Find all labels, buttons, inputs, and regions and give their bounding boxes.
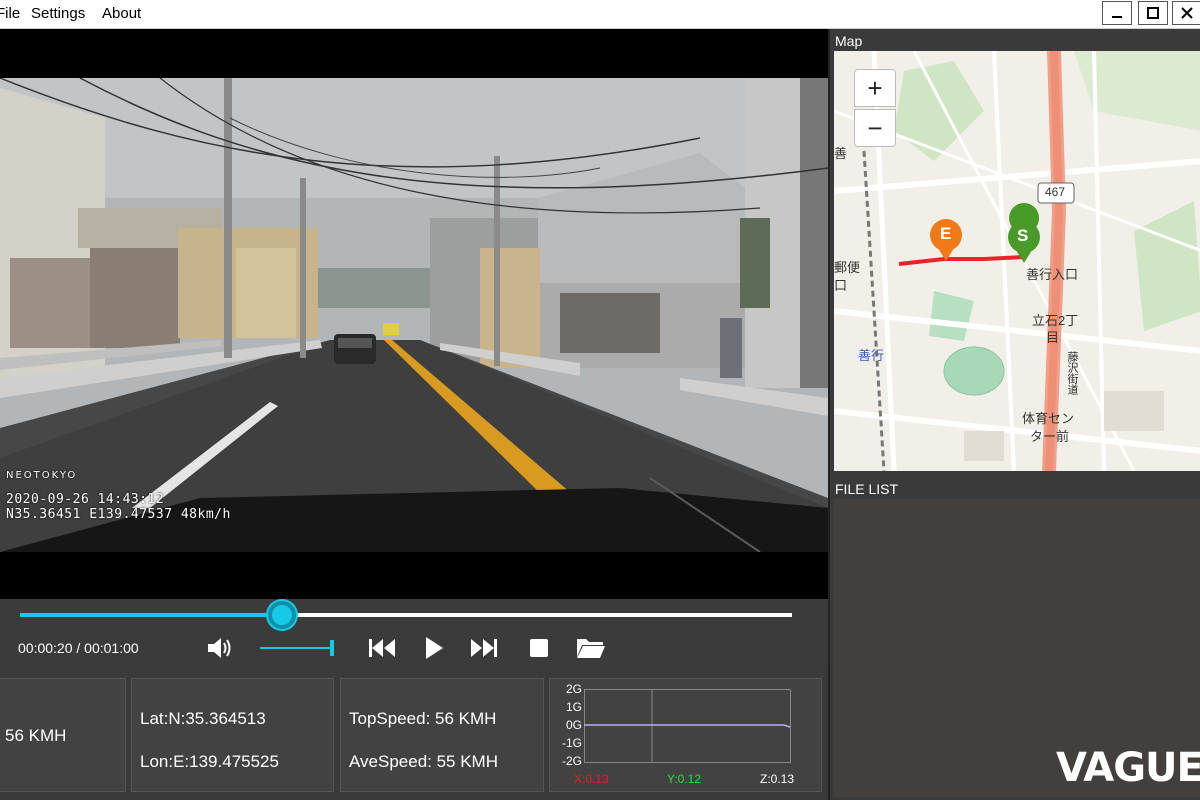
- volume-handle[interactable]: [330, 640, 334, 656]
- timestamp-overlay: 2020-09-26 14:43:12: [6, 492, 165, 507]
- place-label: 郵便: [834, 260, 861, 275]
- zoom-out-button[interactable]: −: [854, 109, 896, 147]
- place-label: 善行入口: [1026, 267, 1079, 282]
- video-display[interactable]: NEOTOKYO 2020-09-26 14:43:12 N35.36451 E…: [0, 29, 828, 599]
- skip-forward-icon: [471, 639, 497, 657]
- coordinates-panel: Lat:N:35.364513 Lon:E:139.475525: [131, 678, 334, 792]
- place-label: 目: [1046, 330, 1060, 345]
- map-view[interactable]: 467 S E 善行入口 立石2丁 目 善行 体育セン ター前 郵便 口 善 藤…: [834, 51, 1200, 471]
- g-tick-label: 2G: [565, 682, 582, 696]
- minimize-icon: [1112, 16, 1122, 18]
- skip-back-icon: [369, 639, 395, 657]
- place-label: 体育セン: [1022, 411, 1075, 426]
- time-display: 00:00:20 / 00:01:00: [18, 640, 139, 656]
- dashcam-viewer-app: File Settings About NEOTOKYO 2020-09-26 …: [0, 0, 1200, 800]
- place-label: 口: [834, 278, 848, 293]
- file-list[interactable]: VAGUE: [834, 499, 1200, 797]
- maximize-button[interactable]: [1138, 1, 1168, 25]
- seek-handle[interactable]: [268, 601, 296, 629]
- map-title: Map: [835, 33, 863, 49]
- stop-icon: [530, 639, 548, 657]
- menu-file[interactable]: File: [0, 5, 20, 22]
- g-tick-label: 0G: [565, 718, 582, 732]
- folder-icon: [577, 639, 605, 658]
- place-label: 善: [834, 146, 848, 161]
- next-button[interactable]: [468, 633, 500, 663]
- seek-bar[interactable]: [20, 601, 792, 629]
- file-list-header: FILE LIST: [830, 475, 1200, 499]
- video-frame: [0, 78, 828, 552]
- longitude-value: Lon:E:139.475525: [140, 752, 279, 771]
- start-marker-label: S: [1017, 226, 1029, 245]
- side-panel: Map 467 S E 善行入口 立石2丁 目 善行 体育セン ター前 郵便 口…: [828, 29, 1200, 800]
- playback-controls: 00:00:20 / 00:01:00: [0, 599, 828, 667]
- top-speed-value: TopSpeed: 56 KMH: [349, 709, 497, 728]
- station-label: 善行: [858, 348, 885, 363]
- gps-overlay: N35.36451 E139.47537 48km/h: [6, 507, 231, 522]
- g-sensor-panel: 2G 1G 0G -1G -2G X:0.13 Y:0.12 Z:0.13: [549, 678, 822, 792]
- telemetry-panel: 56 KMH Lat:N:35.364513 Lon:E:139.475525 …: [0, 670, 828, 800]
- menu-bar: File Settings About: [0, 0, 1200, 29]
- g-tick-label: 1G: [565, 700, 582, 714]
- place-label: ター前: [1030, 429, 1070, 444]
- play-icon: [426, 637, 443, 659]
- zoom-in-button[interactable]: +: [854, 69, 896, 107]
- map-header: Map: [830, 29, 1200, 51]
- brand-overlay: NEOTOKYO: [6, 470, 78, 481]
- route-number-label: 467: [1045, 185, 1066, 199]
- menu-about[interactable]: About: [102, 5, 141, 22]
- file-list-title: FILE LIST: [835, 481, 899, 497]
- previous-button[interactable]: [366, 633, 398, 663]
- g-y-value: Y:0.12: [667, 772, 702, 786]
- maximize-icon: [1147, 7, 1159, 19]
- stop-button[interactable]: [526, 633, 552, 663]
- g-tick-label: -1G: [561, 736, 582, 750]
- close-button[interactable]: [1172, 1, 1200, 25]
- player-panel: NEOTOKYO 2020-09-26 14:43:12 N35.36451 E…: [0, 29, 828, 800]
- minimize-button[interactable]: [1102, 1, 1132, 25]
- average-speed-value: AveSpeed: 55 KMH: [349, 752, 498, 771]
- play-button[interactable]: [420, 633, 448, 663]
- end-marker-label: E: [940, 224, 952, 243]
- volume-slider[interactable]: [260, 640, 334, 656]
- g-sensor-graph: [584, 689, 791, 763]
- watermark-logo: VAGUE: [1056, 745, 1200, 791]
- speed-value: 56 KMH: [5, 726, 67, 745]
- road-label: 藤沢街道: [1066, 351, 1078, 395]
- speaker-icon: [208, 638, 231, 658]
- latitude-value: Lat:N:35.364513: [140, 709, 266, 728]
- g-tick-label: -2G: [561, 754, 582, 768]
- seek-progress: [20, 613, 282, 617]
- g-z-value: Z:0.13: [760, 772, 795, 786]
- volume-button[interactable]: [204, 633, 236, 663]
- open-folder-button[interactable]: [574, 633, 608, 663]
- speed-panel: 56 KMH: [0, 678, 126, 792]
- menu-settings[interactable]: Settings: [31, 5, 85, 22]
- g-x-value: X:0.13: [574, 772, 609, 786]
- close-icon: [1181, 7, 1193, 19]
- speed-stats-panel: TopSpeed: 56 KMH AveSpeed: 55 KMH: [340, 678, 544, 792]
